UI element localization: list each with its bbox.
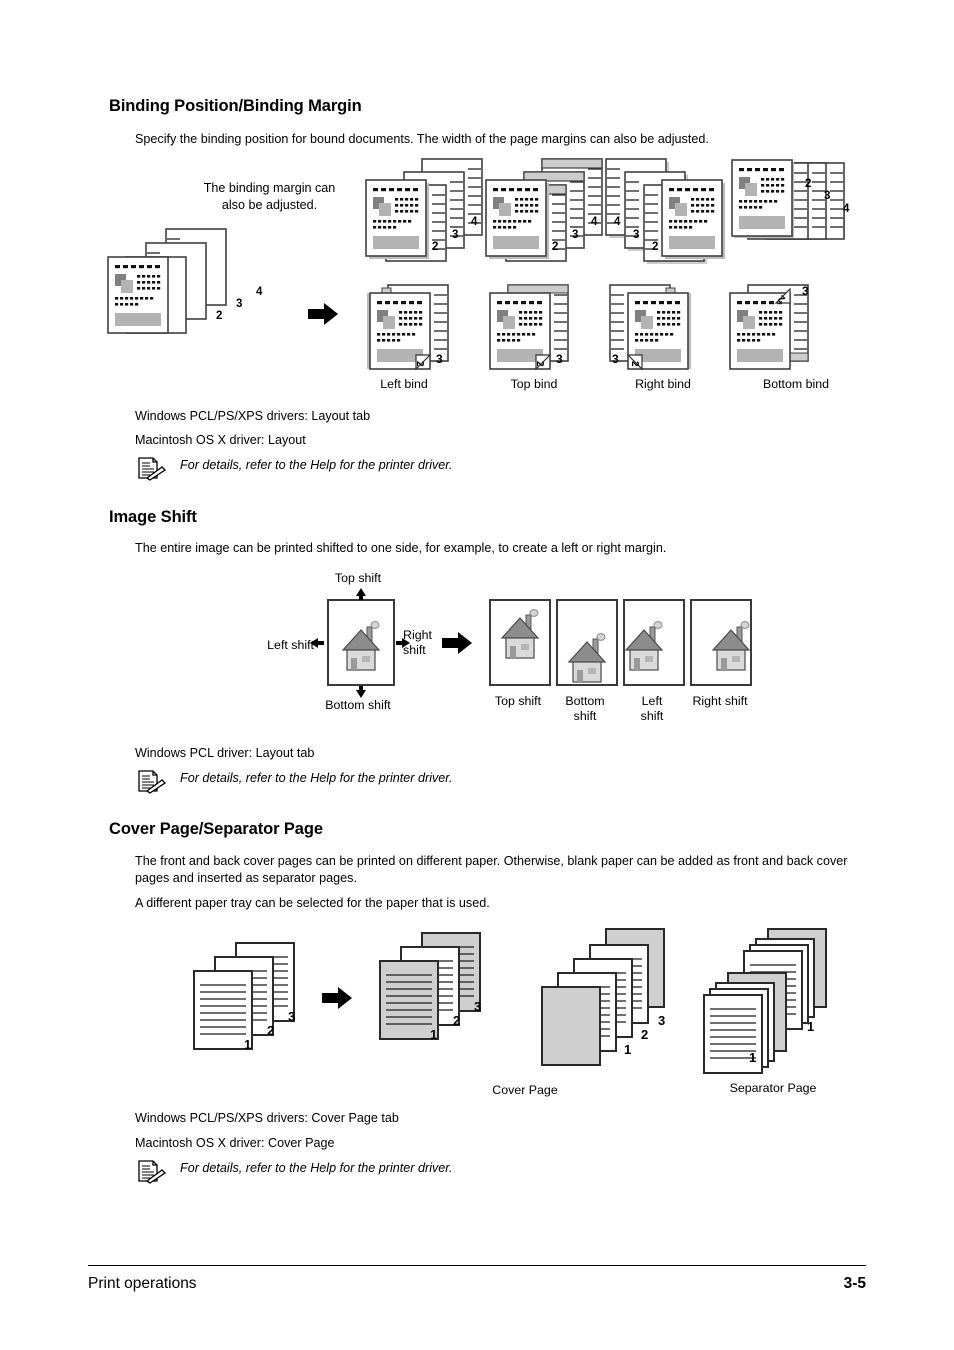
svg-text:3: 3 <box>474 999 481 1014</box>
caption-shift-left-line1: Left <box>641 694 663 708</box>
svg-text:3: 3 <box>802 284 809 298</box>
caption-shift-top: Top shift <box>485 694 551 709</box>
arrow-icon-cover <box>322 987 352 1009</box>
document-page: Binding Position/Binding Margin Specify … <box>0 0 954 1350</box>
svg-text:1: 1 <box>430 1027 437 1042</box>
caption-shift-right: Right shift <box>680 694 760 709</box>
arrow-up-icon <box>356 588 366 600</box>
note-document-pen-icon <box>136 457 167 481</box>
section-intro-image-shift: The entire image can be printed shifted … <box>135 541 667 555</box>
label-bottom-shift: Bottom shift <box>325 698 391 712</box>
svg-text:3: 3 <box>633 229 639 241</box>
svg-text:3: 3 <box>824 190 830 202</box>
caption-top-bind: Top bind <box>510 377 558 391</box>
svg-text:2: 2 <box>414 361 425 367</box>
svg-text:4: 4 <box>843 203 850 215</box>
caption-left-bind: Left bind <box>380 377 428 391</box>
svg-text:3: 3 <box>452 229 458 241</box>
svg-text:2: 2 <box>652 241 658 253</box>
caption-cover-page: Cover Page <box>492 1083 558 1097</box>
svg-text:3: 3 <box>236 298 242 310</box>
svg-text:2: 2 <box>629 361 640 367</box>
svg-text:2: 2 <box>432 241 438 253</box>
driver-line-cover-windows: Windows PCL/PS/XPS drivers: Cover Page t… <box>135 1111 399 1125</box>
caption-shift-left: Left shift <box>619 694 685 724</box>
arrow-icon-shift <box>442 632 472 654</box>
note-cover-page: For details, refer to the Help for the p… <box>136 1160 453 1184</box>
caption-right-bind: Right bind <box>635 377 691 391</box>
note-document-pen-icon <box>136 770 167 794</box>
note-document-pen-icon <box>136 1160 167 1184</box>
svg-text:4: 4 <box>256 286 263 298</box>
note-binding: For details, refer to the Help for the p… <box>136 457 453 481</box>
driver-line-cover-macintosh: Macintosh OS X driver: Cover Page <box>135 1136 335 1150</box>
driver-line-image-shift: Windows PCL driver: Layout tab <box>135 746 315 760</box>
svg-text:2: 2 <box>534 361 545 367</box>
svg-text:3: 3 <box>556 352 563 366</box>
arrow-right-icon <box>396 638 410 648</box>
svg-text:3: 3 <box>658 1013 665 1028</box>
caption-shift-top-line1: Top shift <box>494 694 542 708</box>
section-intro-binding: Specify the binding position for bound d… <box>135 132 709 146</box>
label-top-shift: Top shift <box>334 571 382 585</box>
footer-chapter-title: Print operations <box>88 1275 197 1292</box>
section-heading-image-shift: Image Shift <box>109 508 197 526</box>
svg-text:3: 3 <box>288 1009 295 1024</box>
caption-bottom-bind: Bottom bind <box>762 377 830 391</box>
binding-illustration: 2 3 4 2 3 4 2 3 4 4 3 2 2 3 4 2 3 2 3 2 … <box>107 155 868 395</box>
section-heading-cover-page: Cover Page/Separator Page <box>109 820 323 838</box>
footer-divider <box>88 1265 866 1266</box>
note-image-shift: For details, refer to the Help for the p… <box>136 770 453 794</box>
driver-line-binding-windows: Windows PCL/PS/XPS drivers: Layout tab <box>135 409 371 423</box>
svg-text:4: 4 <box>591 216 598 228</box>
caption-separator-page: Separator Page <box>729 1081 817 1095</box>
binding-illustration-svg: 2 3 4 2 3 4 2 3 4 4 3 2 2 3 4 2 3 2 3 2 … <box>107 158 850 371</box>
svg-text:2: 2 <box>552 241 558 253</box>
svg-text:4: 4 <box>471 216 478 228</box>
image-shift-svg <box>310 588 752 698</box>
caption-shift-right-line1: Right shift <box>692 694 748 708</box>
arrow-icon <box>308 303 338 325</box>
caption-shift-bottom-line1: Bottom <box>565 694 605 708</box>
svg-text:1: 1 <box>244 1037 251 1052</box>
cover-page-svg: 3 2 1 3 2 1 3 2 1 1 1 <box>193 928 827 1074</box>
label-left-shift: Left shift <box>267 638 314 652</box>
footer-page-number: 3-5 <box>843 1275 866 1292</box>
caption-shift-left-line2: shift <box>640 709 664 723</box>
svg-text:3: 3 <box>436 352 443 366</box>
note-text-image-shift: For details, refer to the Help for the p… <box>180 771 453 785</box>
svg-text:1: 1 <box>807 1019 814 1034</box>
image-shift-illustration <box>310 588 770 698</box>
svg-text:2: 2 <box>216 310 222 322</box>
arrow-left-icon <box>310 638 324 648</box>
section-intro2-cover-page: A different paper tray can be selected f… <box>135 896 490 910</box>
note-text-binding: For details, refer to the Help for the p… <box>180 458 453 472</box>
svg-text:4: 4 <box>614 216 621 228</box>
svg-text:1: 1 <box>749 1050 756 1065</box>
svg-text:1: 1 <box>624 1042 631 1057</box>
note-text-cover-page: For details, refer to the Help for the p… <box>180 1161 453 1175</box>
svg-text:2: 2 <box>641 1027 648 1042</box>
arrow-down-icon <box>356 686 366 698</box>
svg-text:2: 2 <box>267 1023 274 1038</box>
section-heading-binding: Binding Position/Binding Margin <box>109 97 362 115</box>
caption-shift-bottom-line2: shift <box>573 709 597 723</box>
svg-text:3: 3 <box>612 352 619 366</box>
svg-text:2: 2 <box>805 178 811 190</box>
section-intro-cover-page: The front and back cover pages can be pr… <box>135 854 848 885</box>
svg-text:3: 3 <box>572 229 578 241</box>
svg-text:2: 2 <box>453 1013 460 1028</box>
driver-line-binding-macintosh: Macintosh OS X driver: Layout <box>135 433 306 447</box>
caption-shift-bottom: Bottom shift <box>552 694 618 724</box>
cover-page-illustration: 3 2 1 3 2 1 3 2 1 1 1 <box>190 925 850 1085</box>
